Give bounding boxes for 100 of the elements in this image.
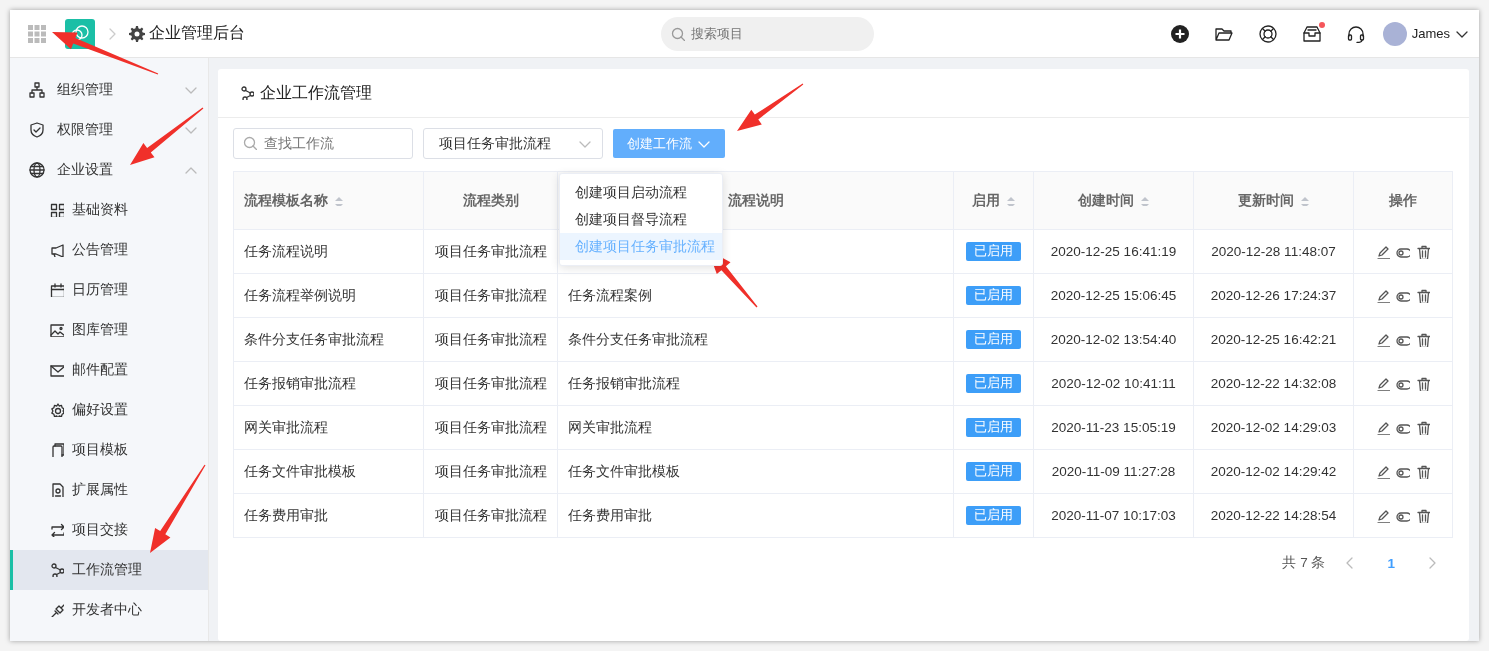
hierarchy-icon <box>29 82 45 98</box>
table-cell: 项目任务审批流程 <box>423 493 558 538</box>
trash-icon[interactable] <box>1416 333 1430 348</box>
table-cell: 2020-12-26 17:24:37 <box>1193 273 1354 318</box>
mail-icon <box>50 363 64 377</box>
status-tag: 已启用 <box>966 462 1021 481</box>
sidebar-item[interactable]: 日历管理 <box>10 270 208 310</box>
table-cell: 2020-11-07 10:17:03 <box>1033 493 1194 538</box>
user-menu[interactable]: James <box>1382 21 1469 46</box>
table-cell: 任务文件审批模板 <box>557 449 954 494</box>
column-header[interactable]: 更新时间 <box>1193 171 1354 230</box>
calendar-icon <box>50 283 64 297</box>
edit-icon[interactable] <box>1376 289 1390 304</box>
status-tag: 已启用 <box>966 506 1021 525</box>
sidebar-item[interactable]: 企业设置 <box>10 150 208 190</box>
edit-icon[interactable] <box>1376 245 1390 260</box>
sidebar-item[interactable]: 项目模板 <box>10 430 208 470</box>
search-icon <box>671 26 686 41</box>
globe-icon <box>29 162 45 178</box>
table-cell: 2020-12-02 14:29:03 <box>1193 405 1354 450</box>
search-field[interactable]: 查找工作流 <box>233 128 413 159</box>
status-tag: 已启用 <box>966 286 1021 305</box>
trash-icon[interactable] <box>1416 465 1430 480</box>
sidebar-item[interactable]: 邮件配置 <box>10 350 208 390</box>
table-cell: 任务报销审批流程 <box>557 361 954 406</box>
menu-item[interactable]: 创建项目督导流程 <box>560 206 722 233</box>
table-cell: 项目任务审批流程 <box>423 317 558 362</box>
trash-icon[interactable] <box>1416 421 1430 436</box>
column-header[interactable]: 启用 <box>953 171 1034 230</box>
table-cell: 网关审批流程 <box>557 405 954 450</box>
edit-icon[interactable] <box>1376 333 1390 348</box>
table-cell: 2020-12-02 13:54:40 <box>1033 317 1194 362</box>
table-cell: 任务流程说明 <box>233 229 424 274</box>
table-cell: 2020-12-02 14:29:42 <box>1193 449 1354 494</box>
app-title: 企业管理后台 <box>149 23 245 43</box>
sidebar-item[interactable]: 扩展属性 <box>10 470 208 510</box>
menu-item[interactable]: 创建项目启动流程 <box>560 179 722 206</box>
copy-icon <box>50 443 64 457</box>
sidebar-item[interactable]: 图库管理 <box>10 310 208 350</box>
toggle-icon[interactable] <box>1396 377 1410 392</box>
swap-icon <box>50 523 64 537</box>
inbox-icon[interactable] <box>1302 24 1321 43</box>
toggle-icon[interactable] <box>1396 509 1410 524</box>
table-cell: 条件分支任务审批流程 <box>233 317 424 362</box>
settings-icon <box>50 403 64 417</box>
column-header[interactable]: 创建时间 <box>1033 171 1194 230</box>
plug-icon <box>50 603 64 617</box>
table-cell: 2020-11-23 15:05:19 <box>1033 405 1194 450</box>
edit-icon[interactable] <box>1376 421 1390 436</box>
megaphone-icon <box>50 243 64 257</box>
workflow-icon <box>50 563 64 577</box>
toggle-icon[interactable] <box>1396 465 1410 480</box>
table-cell: 2020-12-25 15:06:45 <box>1033 273 1194 318</box>
edit-icon[interactable] <box>1376 465 1390 480</box>
notification-dot <box>1318 21 1325 28</box>
lifebuoy-icon[interactable] <box>1258 24 1277 43</box>
sidebar-item[interactable]: 开发者中心 <box>10 590 208 630</box>
table-cell: 2020-12-22 14:32:08 <box>1193 361 1354 406</box>
image-icon <box>50 323 64 337</box>
column-header[interactable]: 流程模板名称 <box>233 171 424 230</box>
filter-select[interactable]: 项目任务审批流程 <box>423 128 603 159</box>
edit-icon[interactable] <box>1376 377 1390 392</box>
trash-icon[interactable] <box>1416 289 1430 304</box>
table-cell: 2020-12-28 11:48:07 <box>1193 229 1354 274</box>
table-cell: 任务文件审批模板 <box>233 449 424 494</box>
headset-icon[interactable] <box>1346 24 1365 43</box>
sidebar-item[interactable]: 公告管理 <box>10 230 208 270</box>
annotation-arrow <box>737 83 804 131</box>
trash-icon[interactable] <box>1416 245 1430 260</box>
status-tag: 已启用 <box>966 374 1021 393</box>
trash-icon[interactable] <box>1416 377 1430 392</box>
search-field[interactable]: 搜索项目 <box>661 16 875 51</box>
toggle-icon[interactable] <box>1396 421 1410 436</box>
table-cell: 任务费用审批 <box>233 493 424 538</box>
table-cell: 项目任务审批流程 <box>423 405 558 450</box>
document-icon <box>50 483 64 497</box>
sidebar-item[interactable]: 偏好设置 <box>10 390 208 430</box>
table-cell: 2020-12-25 16:41:19 <box>1033 229 1194 274</box>
sidebar-item[interactable]: 项目交接 <box>10 510 208 550</box>
trash-icon[interactable] <box>1416 509 1430 524</box>
table-cell: 任务费用审批 <box>557 493 954 538</box>
search-icon <box>243 136 257 150</box>
sidebar-item[interactable]: 基础资料 <box>10 190 208 230</box>
workflow-icon <box>240 86 254 100</box>
avatar <box>1382 21 1407 46</box>
table-cell: 2020-12-22 14:28:54 <box>1193 493 1354 538</box>
sidebar-item[interactable]: 工作流管理 <box>10 550 208 590</box>
toggle-icon[interactable] <box>1396 245 1410 260</box>
table-cell: 任务报销审批流程 <box>233 361 424 406</box>
settings-icon <box>129 25 145 42</box>
add-icon[interactable] <box>1170 24 1189 43</box>
sidebar-item[interactable]: 组织管理 <box>10 70 208 110</box>
edit-icon[interactable] <box>1376 509 1390 524</box>
table-cell: 项目任务审批流程 <box>423 229 558 274</box>
toggle-icon[interactable] <box>1396 289 1410 304</box>
status-tag: 已启用 <box>966 242 1021 261</box>
table-cell: 条件分支任务审批流程 <box>557 317 954 362</box>
table-cell: 2020-12-25 16:42:21 <box>1193 317 1354 362</box>
table-cell: 项目任务审批流程 <box>423 273 558 318</box>
toggle-icon[interactable] <box>1396 333 1410 348</box>
